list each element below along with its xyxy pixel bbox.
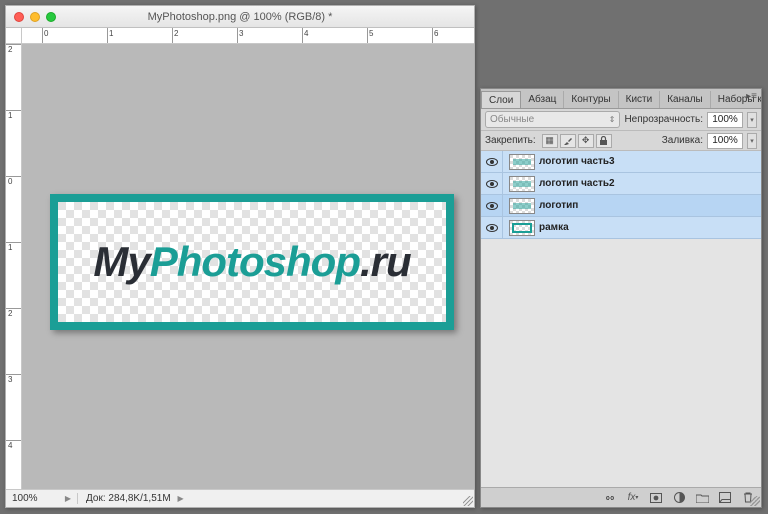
lock-icon bbox=[599, 136, 608, 146]
status-bar: 100% ▶ Док: 284,8K/1,51M ▶ bbox=[6, 489, 474, 507]
lock-fill-row: Закрепить: ▦ ✥ Заливка: 100% ▾ bbox=[481, 131, 761, 151]
panel-footer: fx▾ bbox=[481, 487, 761, 507]
adjustment-layer-button[interactable] bbox=[672, 492, 686, 504]
panel-tab[interactable]: Кисти bbox=[619, 91, 661, 108]
window-title: MyPhotoshop.png @ 100% (RGB/8) * bbox=[6, 11, 474, 23]
document-window: MyPhotoshop.png @ 100% (RGB/8) * 0 1 2 3 4 5 6… bbox=[5, 5, 475, 508]
panel-menu-icon[interactable]: ▸≡ bbox=[746, 93, 757, 101]
opacity-stepper[interactable]: ▾ bbox=[747, 112, 757, 128]
zoom-value: 100% bbox=[12, 493, 38, 504]
ruler-origin[interactable] bbox=[6, 28, 22, 44]
link-layers-button[interactable] bbox=[603, 492, 617, 504]
layer-row[interactable]: логотип bbox=[481, 195, 761, 217]
mask-icon bbox=[650, 493, 662, 503]
ruler-left-label: 4 bbox=[8, 441, 12, 450]
ruler-left-label: 0 bbox=[8, 177, 12, 186]
layer-effects-button[interactable]: fx▾ bbox=[626, 492, 640, 504]
panel-tab-strip: СлоиАбзацКонтурыКистиКаналыНаборы кисИст… bbox=[481, 89, 761, 109]
link-icon bbox=[603, 493, 617, 503]
logo-part-2: Photoshop bbox=[150, 238, 360, 285]
panel-tab[interactable]: Слои bbox=[481, 91, 521, 109]
lock-transparency-button[interactable]: ▦ bbox=[542, 134, 558, 148]
eye-icon bbox=[486, 158, 498, 166]
yinyang-icon bbox=[674, 492, 685, 503]
artwork-frame[interactable]: MyPhotoshop.ru bbox=[50, 194, 454, 330]
doc-size-label: Док: bbox=[86, 493, 106, 504]
layer-name-label[interactable]: рамка bbox=[539, 222, 569, 233]
chevron-right-icon: ▶ bbox=[65, 494, 71, 503]
ruler-top-label: 6 bbox=[434, 29, 438, 38]
layers-list: логотип часть3 логотип часть2 логотип рамка bbox=[481, 151, 761, 487]
ruler-left-label: 1 bbox=[8, 243, 12, 252]
blend-mode-value: Обычные bbox=[490, 114, 534, 125]
eye-icon bbox=[486, 180, 498, 188]
folder-icon bbox=[696, 493, 709, 503]
lock-icons-group: ▦ ✥ bbox=[542, 134, 612, 148]
ruler-top-label: 2 bbox=[174, 29, 178, 38]
opacity-input[interactable]: 100% bbox=[707, 112, 743, 128]
panel-tab[interactable]: Абзац bbox=[521, 91, 564, 108]
layer-name-label[interactable]: логотип часть2 bbox=[539, 178, 615, 189]
layer-row[interactable]: логотип часть2 bbox=[481, 173, 761, 195]
layers-panel: ▸≡ СлоиАбзацКонтурыКистиКаналыНаборы кис… bbox=[480, 88, 762, 508]
fill-input[interactable]: 100% bbox=[707, 133, 743, 149]
document-size-readout[interactable]: Док: 284,8K/1,51M ▶ bbox=[78, 493, 192, 504]
layer-visibility-toggle[interactable] bbox=[481, 151, 503, 172]
logo-part-1: My bbox=[93, 238, 149, 285]
ruler-left-label: 3 bbox=[8, 375, 12, 384]
lock-label: Закрепить: bbox=[485, 135, 536, 146]
layer-thumbnail[interactable] bbox=[509, 220, 535, 236]
logo-text: MyPhotoshop.ru bbox=[93, 238, 410, 286]
layer-thumbnail[interactable] bbox=[509, 154, 535, 170]
ruler-top-label: 1 bbox=[109, 29, 113, 38]
chevron-updown-icon: ⇕ bbox=[609, 115, 616, 124]
lock-pixels-button[interactable] bbox=[560, 134, 576, 148]
layer-thumbnail[interactable] bbox=[509, 176, 535, 192]
ruler-top-label: 0 bbox=[44, 29, 48, 38]
opacity-label: Непрозрачность: bbox=[624, 114, 703, 125]
ruler-top-label: 5 bbox=[369, 29, 373, 38]
layer-name-label[interactable]: логотип bbox=[539, 200, 578, 211]
ruler-horizontal[interactable]: 0 1 2 3 4 5 6 bbox=[22, 28, 474, 44]
window-titlebar[interactable]: MyPhotoshop.png @ 100% (RGB/8) * bbox=[6, 6, 474, 28]
artwork-transparent-bg: MyPhotoshop.ru bbox=[58, 202, 446, 322]
layer-row[interactable]: рамка bbox=[481, 217, 761, 239]
layer-thumbnail[interactable] bbox=[509, 198, 535, 214]
new-group-button[interactable] bbox=[695, 492, 709, 504]
logo-part-3: .ru bbox=[360, 238, 411, 285]
ruler-top-label: 3 bbox=[239, 29, 243, 38]
fill-stepper[interactable]: ▾ bbox=[747, 133, 757, 149]
ruler-vertical[interactable]: 2 1 0 1 2 3 4 bbox=[6, 44, 22, 489]
layer-visibility-toggle[interactable] bbox=[481, 217, 503, 238]
brush-icon bbox=[563, 136, 573, 146]
ruler-left-label: 2 bbox=[8, 45, 12, 54]
lock-all-button[interactable] bbox=[596, 134, 612, 148]
panel-tab[interactable]: Контуры bbox=[564, 91, 618, 108]
new-layer-button[interactable] bbox=[718, 492, 732, 504]
layer-visibility-toggle[interactable] bbox=[481, 195, 503, 216]
canvas-area[interactable]: MyPhotoshop.ru bbox=[22, 44, 474, 489]
layer-visibility-toggle[interactable] bbox=[481, 173, 503, 194]
new-page-icon bbox=[719, 492, 731, 503]
fill-label: Заливка: bbox=[662, 135, 703, 146]
panel-resize-grip[interactable] bbox=[750, 496, 760, 506]
panel-tab[interactable]: Каналы bbox=[660, 91, 711, 108]
ruler-left-label: 2 bbox=[8, 309, 12, 318]
layer-row[interactable]: логотип часть3 bbox=[481, 151, 761, 173]
lock-position-button[interactable]: ✥ bbox=[578, 134, 594, 148]
eye-icon bbox=[486, 224, 498, 232]
eye-icon bbox=[486, 202, 498, 210]
blend-opacity-row: Обычные ⇕ Непрозрачность: 100% ▾ bbox=[481, 109, 761, 131]
ruler-top-label: 4 bbox=[304, 29, 308, 38]
zoom-level-field[interactable]: 100% ▶ bbox=[6, 493, 78, 504]
layer-mask-button[interactable] bbox=[649, 492, 663, 504]
chevron-right-icon: ▶ bbox=[177, 494, 183, 503]
layer-name-label[interactable]: логотип часть3 bbox=[539, 156, 615, 167]
window-resize-grip[interactable] bbox=[463, 496, 473, 506]
ruler-left-label: 1 bbox=[8, 111, 12, 120]
blend-mode-select[interactable]: Обычные ⇕ bbox=[485, 111, 620, 128]
doc-size-value: 284,8K/1,51M bbox=[108, 493, 170, 504]
